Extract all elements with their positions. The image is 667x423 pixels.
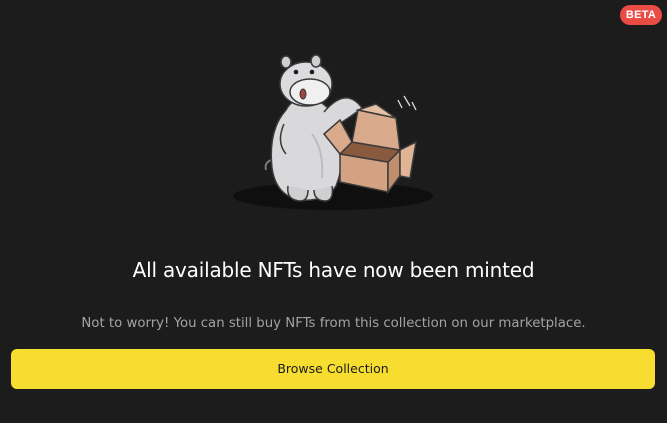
hippo-with-box-illustration <box>233 54 433 210</box>
browse-collection-button[interactable]: Browse Collection <box>11 349 655 389</box>
page: BETA All available NFTs have now been mi… <box>0 0 667 423</box>
info-message: Not to worry! You can still buy NFTs fro… <box>81 316 586 331</box>
beta-badge: BETA <box>620 5 662 25</box>
page-title: All available NFTs have now been minted <box>132 258 535 282</box>
